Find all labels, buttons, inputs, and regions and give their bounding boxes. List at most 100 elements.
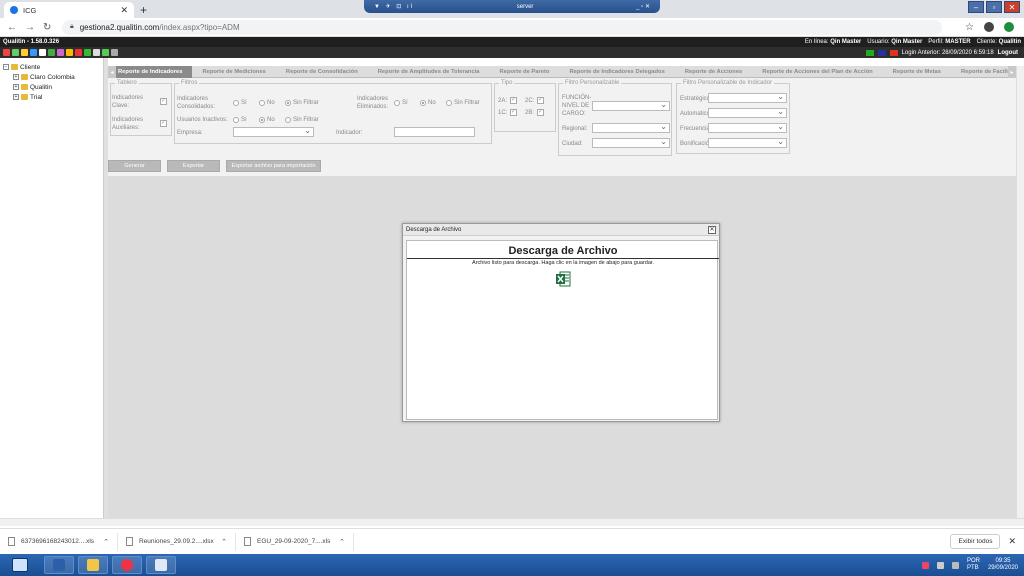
rdp-window-controls-icon[interactable]: _ ▫ ✕	[636, 3, 650, 10]
regional-select[interactable]	[592, 122, 670, 133]
tool-icon-8[interactable]	[66, 49, 73, 56]
expand-icon[interactable]: +	[13, 94, 19, 100]
tool-icon-13[interactable]	[111, 49, 118, 56]
tool-icon-10[interactable]	[84, 49, 91, 56]
ind-clave-checkbox[interactable]: ✓	[160, 98, 167, 105]
tab-reporte-acciones[interactable]: Reporte de Acciones	[675, 66, 752, 78]
flag-brazil-icon[interactable]	[865, 49, 874, 56]
tab-reporte-mediciones[interactable]: Reporte de Mediciones	[192, 66, 275, 78]
tool-icon-11[interactable]	[93, 49, 100, 56]
tab-reporte-indicadores[interactable]: Reporte de Indicadores	[108, 65, 193, 78]
chevron-up-icon[interactable]: ⌃	[221, 538, 227, 546]
expand-icon[interactable]: +	[13, 84, 19, 90]
tipo-2c-checkbox[interactable]: ✓	[537, 97, 544, 104]
consolidados-no-radio[interactable]	[259, 100, 265, 106]
exportar-importacion-button[interactable]: Exportar archivo para importación	[226, 160, 321, 172]
logout-link[interactable]: Logout	[998, 50, 1018, 56]
inactivos-si-radio[interactable]	[233, 117, 239, 123]
tool-icon-6[interactable]	[48, 49, 55, 56]
tray-icon[interactable]	[921, 561, 929, 569]
chevron-up-icon[interactable]: ⌃	[103, 538, 109, 546]
minimize-icon[interactable]: –	[968, 1, 984, 13]
reload-icon[interactable]: ↻	[43, 22, 54, 33]
tool-icon-2[interactable]	[12, 49, 19, 56]
dialog-close-icon[interactable]: ✕	[708, 226, 716, 234]
inactivos-sinfiltrar-radio[interactable]	[285, 117, 291, 123]
download-item[interactable]: EGU_29-09-2020_7....xls ⌃	[236, 532, 354, 551]
chevron-up-icon[interactable]: ⌃	[339, 538, 345, 546]
taskbar-app-explorer[interactable]	[78, 556, 108, 574]
frecuencia-select[interactable]	[708, 122, 787, 133]
volume-icon[interactable]	[951, 561, 959, 569]
bookmark-star-icon[interactable]: ☆	[965, 22, 974, 33]
tab-reporte-delegados[interactable]: Reporte de Indicadores Delegados	[559, 66, 674, 78]
extension-icon[interactable]	[1004, 22, 1014, 32]
consolidados-sinfiltrar-radio[interactable]	[285, 100, 291, 106]
automatico-select[interactable]	[708, 107, 787, 118]
url-input[interactable]: 🔒︎ gestiona2.qualitin.com /index.aspx?ti…	[62, 19, 942, 35]
profile-icon[interactable]	[984, 22, 994, 32]
tool-icon-12[interactable]	[102, 49, 109, 56]
back-icon[interactable]: ←	[7, 22, 18, 33]
close-window-icon[interactable]: ✕	[1004, 1, 1020, 13]
exportar-button[interactable]: Exportar	[167, 160, 220, 172]
vertical-scrollbar[interactable]	[1016, 66, 1024, 526]
tab-reporte-consolidacion[interactable]: Reporte de Consolidación	[276, 66, 368, 78]
network-icon[interactable]	[936, 561, 944, 569]
horizontal-scrollbar[interactable]	[0, 518, 1024, 526]
tab-reporte-pareto[interactable]: Reporte de Pareto	[490, 66, 560, 78]
close-downloads-icon[interactable]: ✕	[1008, 536, 1016, 547]
tool-icon-3[interactable]	[21, 49, 28, 56]
ciudad-select[interactable]	[592, 137, 670, 148]
eliminados-sinfiltrar-radio[interactable]	[446, 100, 452, 106]
bonificacion-select[interactable]	[708, 137, 787, 148]
tab-reporte-plan-accion[interactable]: Reporte de Acciones del Plan de Acción	[752, 66, 882, 78]
tab-scroll-right-icon[interactable]: ▸	[1008, 66, 1016, 78]
estrategico-select[interactable]	[708, 92, 787, 103]
ind-auxiliares-checkbox[interactable]: ✓	[160, 120, 167, 127]
clock[interactable]: 09:35 29/09/2020	[988, 558, 1018, 572]
eliminados-si-radio[interactable]	[394, 100, 400, 106]
tab-scroll-left-icon[interactable]: ◂	[108, 66, 116, 78]
input-language[interactable]: POR PTB	[967, 558, 980, 572]
collapse-icon[interactable]: −	[3, 64, 9, 70]
download-item[interactable]: 637369616824301​2....xls ⌃	[0, 532, 118, 551]
tree-item[interactable]: + Qualitin	[13, 82, 103, 92]
taskbar-app-powershell[interactable]	[44, 556, 74, 574]
tree-item[interactable]: + Trial	[13, 92, 103, 102]
tipo-1c-checkbox[interactable]: ✓	[510, 109, 517, 116]
tool-icon-5[interactable]	[39, 49, 46, 56]
consolidados-si-radio[interactable]	[233, 100, 239, 106]
eliminados-no-radio[interactable]	[420, 100, 426, 106]
show-all-downloads-button[interactable]: Exibir todos	[950, 534, 1001, 549]
tool-icon-7[interactable]	[57, 49, 64, 56]
browser-tab[interactable]: ICG ✕	[4, 2, 134, 18]
flag-uk-icon[interactable]	[877, 49, 886, 56]
tipo-2b-checkbox[interactable]: ✓	[537, 109, 544, 116]
taskbar-app-chrome[interactable]	[112, 556, 142, 574]
taskbar-app-window[interactable]	[146, 556, 176, 574]
start-button[interactable]	[0, 554, 40, 576]
tab-reporte-amplitudes[interactable]: Reporte de Amplitudes de Tolerancia	[368, 66, 490, 78]
inactivos-no-radio[interactable]	[259, 117, 265, 123]
tool-icon-4[interactable]	[30, 49, 37, 56]
excel-file-icon[interactable]	[555, 271, 571, 287]
tree-item[interactable]: + Claro Colombia	[13, 72, 103, 82]
maximize-icon[interactable]: ▫	[986, 1, 1002, 13]
funcion-select[interactable]	[592, 100, 670, 111]
tab-reporte-metas[interactable]: Reporte de Metas	[883, 66, 951, 78]
forward-icon[interactable]: →	[25, 22, 36, 33]
indicador-input[interactable]	[394, 127, 475, 137]
generar-button[interactable]: Generar	[108, 160, 161, 172]
tipo-2a-checkbox[interactable]: ✓	[510, 97, 517, 104]
download-item[interactable]: Reuniones_29.09.2....xlsx ⌃	[118, 532, 236, 551]
close-tab-icon[interactable]: ✕	[120, 5, 128, 16]
new-tab-button[interactable]: +	[140, 3, 147, 17]
tool-icon-1[interactable]	[3, 49, 10, 56]
tool-icon-9[interactable]	[75, 49, 82, 56]
rdp-controls-icon[interactable]: ▼ ✈ ⊡ ıl	[374, 3, 414, 10]
empresa-select[interactable]	[233, 126, 314, 137]
flag-spain-icon[interactable]	[889, 49, 898, 56]
expand-icon[interactable]: +	[13, 74, 19, 80]
tree-root[interactable]: − Cliente	[3, 62, 103, 72]
